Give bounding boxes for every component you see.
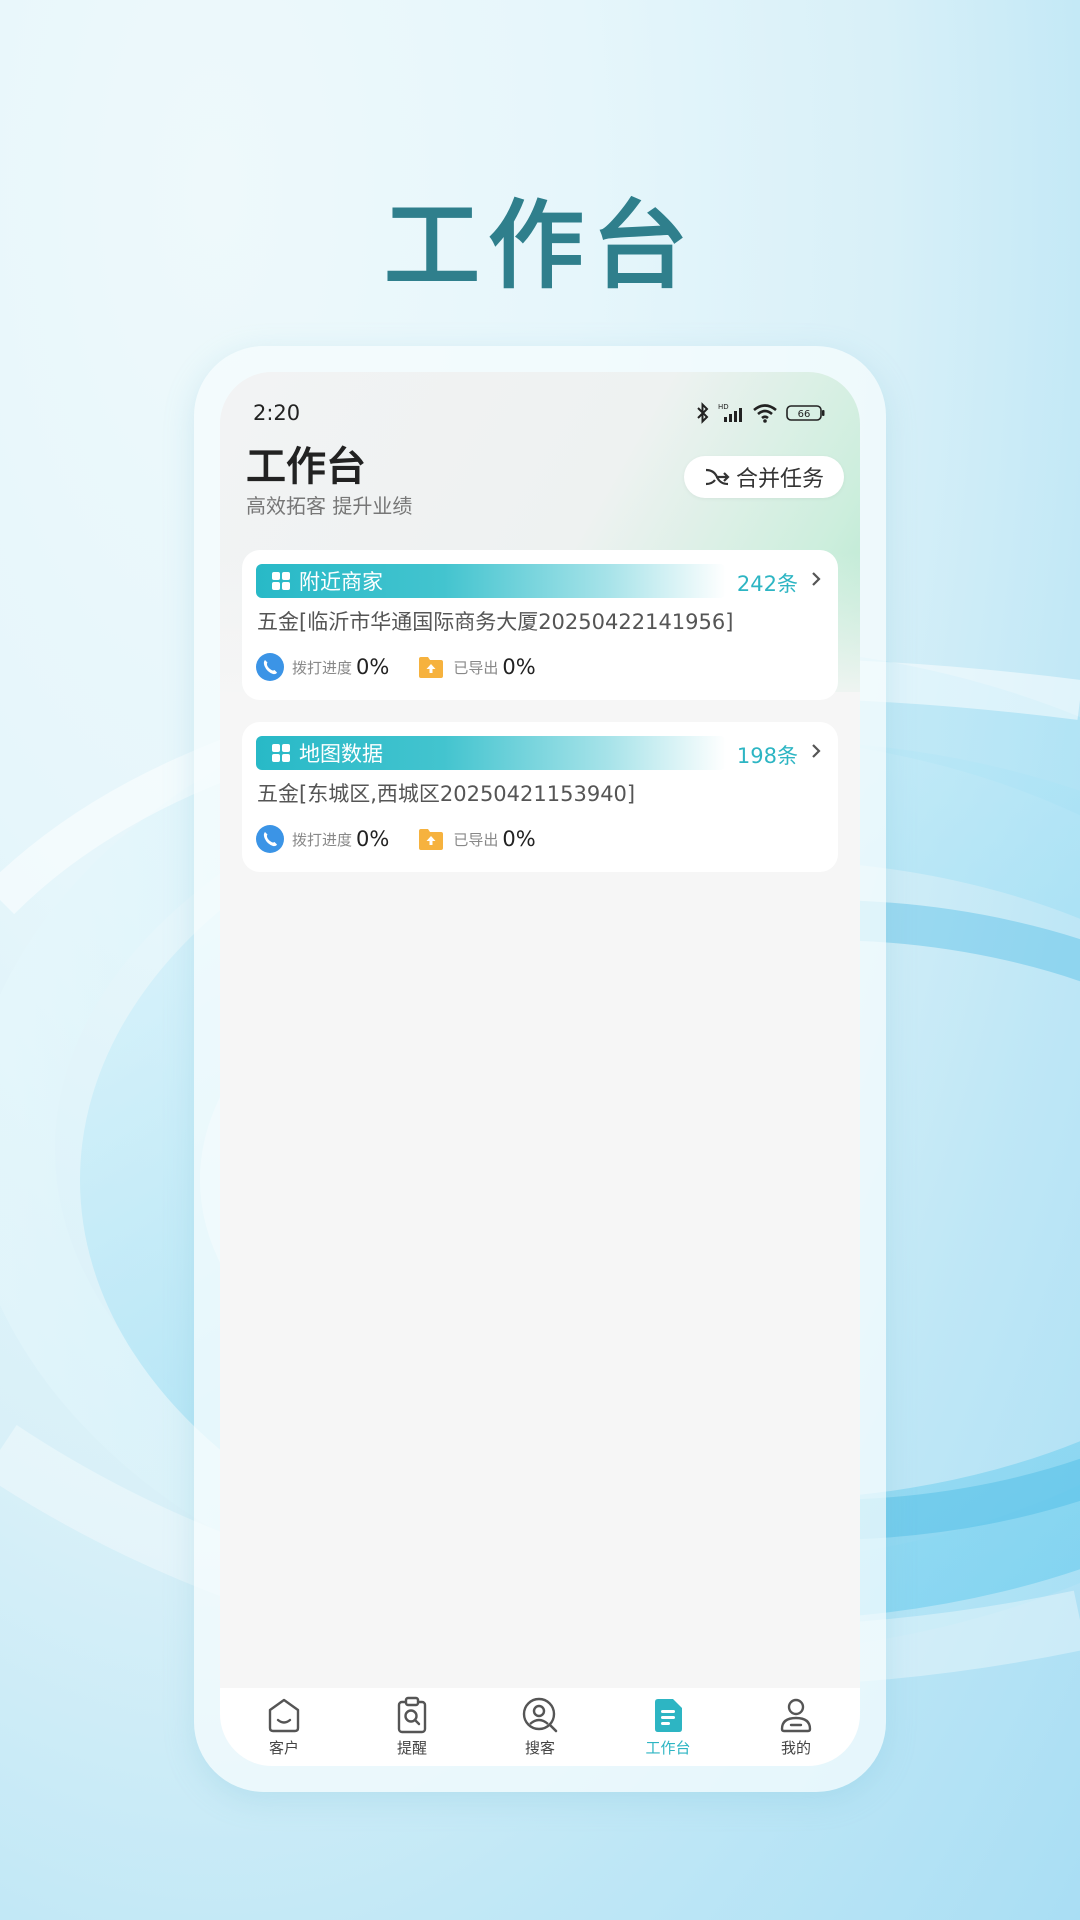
wifi-icon [753,404,777,423]
call-progress-stat: 拨打进度 0% [256,825,389,853]
tab-label: 我的 [780,1739,811,1757]
tab-label: 搜客 [524,1739,555,1757]
tab-bar: 客户 提醒 搜客 工作台 我的 [220,1688,860,1766]
phone-icon [256,653,284,681]
hero-title: 工作台 [384,190,696,302]
merge-icon [705,468,730,486]
profile-icon [780,1698,812,1733]
chevron-right-icon[interactable] [810,570,822,588]
merge-button-label: 合并任务 [735,467,824,492]
status-icons: HD 66 [696,402,826,424]
tab-search-customer[interactable]: 搜客 [476,1688,604,1766]
grid-icon [272,744,290,762]
tab-label: 提醒 [396,1739,427,1757]
call-progress-stat: 拨打进度 0% [256,653,389,681]
tab-profile[interactable]: 我的 [732,1688,860,1766]
task-category: 附近商家 [299,570,383,594]
search-customer-icon [522,1697,558,1733]
tab-label: 客户 [268,1739,299,1757]
bluetooth-icon [697,402,709,424]
workbench-icon [655,1699,682,1732]
page-subtitle: 高效拓客 提升业绩 [246,494,413,518]
task-count: 242条 [736,572,798,596]
tab-label: 工作台 [645,1739,691,1757]
battery-icon: 66 [786,405,825,421]
task-card[interactable]: 地图数据 198条 五金[东城区,西城区20250421153940] 拨打进度… [242,722,838,872]
call-progress-value: 0% [356,655,390,679]
task-name: 五金[东城区,西城区20250421153940] [257,782,636,806]
export-folder-icon [419,829,444,850]
exported-label: 已导出 [453,658,499,677]
task-category: 地图数据 [299,742,383,766]
chevron-right-icon[interactable] [810,742,822,760]
phone-icon [256,825,284,853]
task-stats: 拨打进度 0% 已导出 0% [256,824,536,854]
tab-reminder[interactable]: 提醒 [348,1688,476,1766]
phone-screen: 2:20 HD 66 工作台 高效拓客 提升业绩 合并任务 附近商家 242条 … [220,372,860,1766]
task-card[interactable]: 附近商家 242条 五金[临沂市华通国际商务大厦20250422141956] … [242,550,838,700]
signal-icon: HD [718,403,742,422]
exported-value: 0% [502,827,536,851]
customer-icon [268,1698,300,1733]
task-card-header: 地图数据 [256,736,726,770]
task-stats: 拨打进度 0% 已导出 0% [256,652,536,682]
call-progress-value: 0% [356,827,390,851]
task-name: 五金[临沂市华通国际商务大厦20250422141956] [257,610,734,634]
task-count: 198条 [736,744,798,768]
reminder-icon [397,1696,427,1734]
exported-label: 已导出 [453,830,499,849]
tab-customer[interactable]: 客户 [220,1688,348,1766]
grid-icon [272,572,290,590]
status-bar: 2:20 HD 66 [253,396,826,430]
status-time: 2:20 [253,401,301,425]
export-folder-icon [419,657,444,678]
exported-stat: 已导出 0% [417,826,536,852]
call-progress-label: 拨打进度 [292,658,353,677]
exported-value: 0% [502,655,536,679]
network-badge: HD [718,403,729,411]
page-title: 工作台 [246,444,366,490]
tab-workbench[interactable]: 工作台 [604,1688,732,1766]
task-card-header: 附近商家 [256,564,726,598]
battery-level: 66 [798,409,811,420]
merge-tasks-button[interactable]: 合并任务 [684,456,844,498]
call-progress-label: 拨打进度 [292,830,353,849]
exported-stat: 已导出 0% [417,654,536,680]
